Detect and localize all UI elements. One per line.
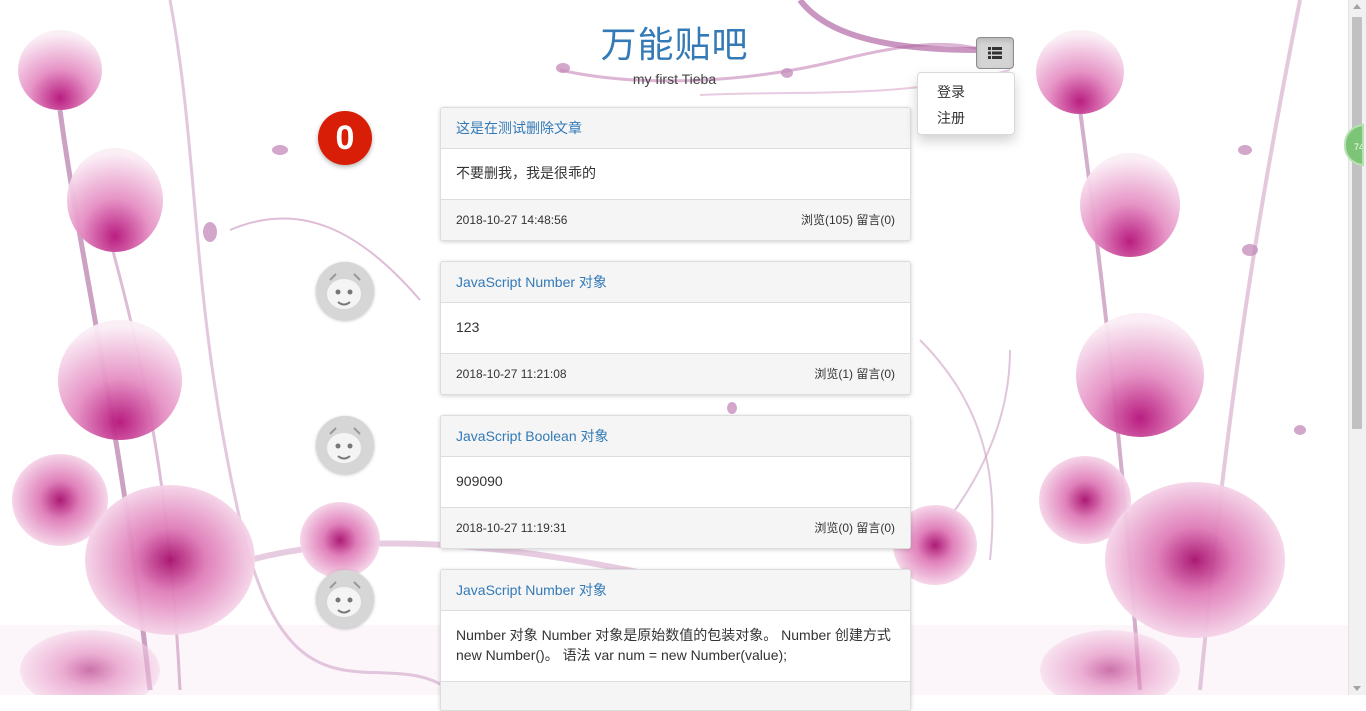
- post-content: 123: [456, 319, 480, 335]
- post-card: JavaScript Boolean 对象 909090 2018-10-27 …: [440, 415, 911, 549]
- post-content: 909090: [456, 473, 503, 489]
- scroll-down-arrow-icon[interactable]: [1353, 686, 1361, 691]
- user-avatar-icon[interactable]: [316, 570, 374, 628]
- post-footer: [441, 681, 910, 710]
- post-date: 2018-10-27 11:21:08: [456, 367, 567, 381]
- post-card: JavaScript Number 对象 123 2018-10-27 11:2…: [440, 261, 911, 395]
- post-title-link[interactable]: JavaScript Number 对象: [456, 582, 607, 598]
- site-subtitle: my first Tieba: [632, 71, 717, 87]
- user-avatar-icon[interactable]: [316, 416, 374, 474]
- vertical-scrollbar[interactable]: [1348, 0, 1366, 695]
- post-date: 2018-10-27 11:19:31: [456, 521, 567, 535]
- list-icon: [988, 47, 1002, 59]
- side-float-widget[interactable]: 74: [1344, 124, 1364, 166]
- post-title-link[interactable]: 这是在测试删除文章: [456, 120, 582, 136]
- site-title: 万能贴吧: [600, 24, 749, 65]
- post-stats: 浏览(0) 留言(0): [814, 521, 895, 535]
- account-dropdown-menu: 登录 注册: [917, 72, 1015, 135]
- post-title-link[interactable]: JavaScript Number 对象: [456, 274, 607, 290]
- side-widget-text: 74: [1354, 142, 1364, 152]
- scroll-up-arrow-icon[interactable]: [1353, 4, 1361, 9]
- post-date: 2018-10-27 14:48:56: [456, 213, 568, 227]
- cartoon-face-icon: [316, 416, 374, 474]
- menu-item-login[interactable]: 登录: [918, 79, 1014, 105]
- cartoon-face-icon: [316, 262, 374, 320]
- scrollbar-thumb[interactable]: [1352, 17, 1362, 429]
- post-title-link[interactable]: JavaScript Boolean 对象: [456, 428, 609, 444]
- badge-avatar[interactable]: 0: [318, 111, 372, 165]
- post-content: Number 对象 Number 对象是原始数值的包装对象。 Number 创建…: [456, 627, 891, 663]
- user-avatar-icon[interactable]: [316, 262, 374, 320]
- menu-item-register[interactable]: 注册: [918, 105, 1014, 131]
- cartoon-face-icon: [316, 570, 374, 628]
- post-stats: 浏览(1) 留言(0): [814, 367, 895, 381]
- post-content: 不要删我，我是很乖的: [456, 165, 596, 181]
- post-card: JavaScript Number 对象 Number 对象 Number 对象…: [440, 569, 911, 711]
- post-card: 这是在测试删除文章 不要删我，我是很乖的 2018-10-27 14:48:56…: [440, 107, 911, 241]
- menu-toggle-button[interactable]: [976, 37, 1014, 69]
- post-stats: 浏览(105) 留言(0): [800, 213, 895, 227]
